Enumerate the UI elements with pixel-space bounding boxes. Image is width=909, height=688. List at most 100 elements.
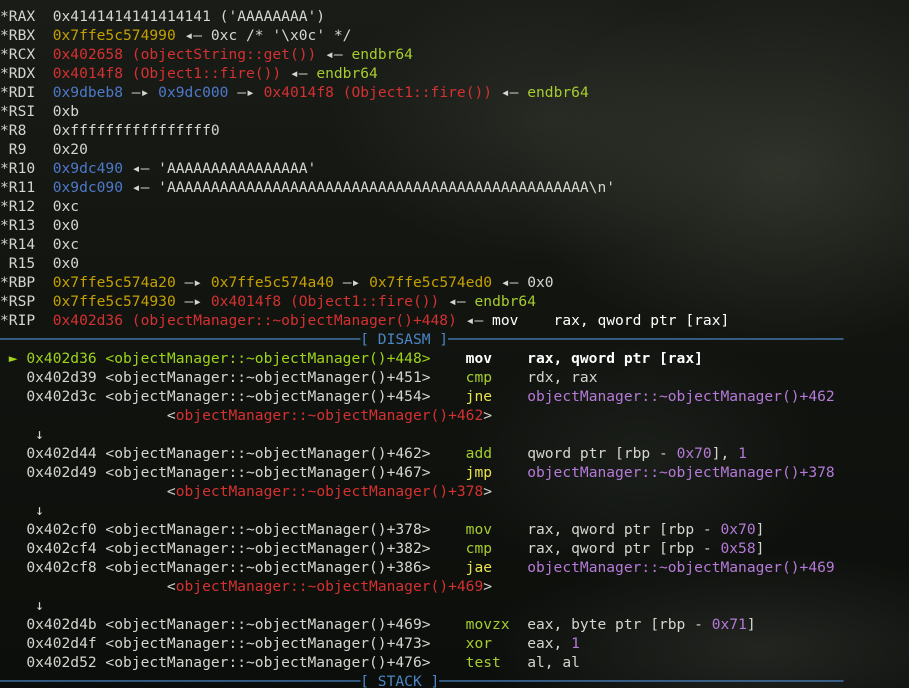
line-segment: endbr64 [351,46,413,63]
line-segment: 0x9dbeb8 [52,84,124,101]
terminal-line: <objectManager::~objectManager()+462> [0,406,909,425]
line-segment: 0x402d4f <objectManager::~objectManager(… [0,635,466,652]
line-segment: *RBP [0,274,53,291]
line-segment: ] [746,616,756,633]
line-segment: 0x402d44 <objectManager::~objectManager(… [0,445,466,462]
line-segment: *RCX [0,46,53,63]
terminal-line: ↓ [0,596,909,615]
line-segment: 0x0 [52,255,80,272]
line-segment: endbr64 [474,293,537,310]
line-segment: 0x7ffe5c574a20 [52,274,176,291]
line-segment: 0x9dc490 [52,160,124,177]
line-segment: ◂— 0xc /* '\x0c' */ [175,27,352,44]
line-segment: qword ptr [rbp - [527,445,677,462]
line-segment: mov rax, qword ptr [rax] [465,350,703,367]
line-segment: al, al [527,654,580,671]
line-segment: > [483,407,493,424]
terminal-line: *R12 0xc [0,197,909,216]
line-segment: objectManager::~objectManager()+462 [175,407,484,424]
line-segment: cmp [465,369,528,386]
line-segment: 1 [738,445,747,462]
line-segment: ↓ [0,426,44,443]
line-segment: mov [465,521,528,538]
current-instruction-line: ► 0x402d36 <objectManager::~objectManage… [0,349,909,368]
line-segment: objectManager::~objectManager()+462 [527,388,835,405]
line-segment: *R14 [0,236,53,253]
line-segment: *RAX [0,8,53,25]
terminal-line: 0x402cf0 <objectManager::~objectManager(… [0,520,909,539]
line-segment: 0x402cf0 <objectManager::~objectManager(… [0,521,466,538]
terminal-line: *R8 0xffffffffffffffff0 [0,121,909,140]
line-segment: 0x4014f8 (Object1::fire()) [210,293,440,310]
line-segment: 0x70 [720,521,756,538]
line-segment: 0x70 [676,445,712,462]
line-segment: 0x402cf8 <objectManager::~objectManager(… [0,559,466,576]
line-segment: < [0,407,176,424]
line-segment: rax, qword ptr [rbp - [527,540,721,557]
terminal-line: *RAX 0x4141414141414141 ('AAAAAAAA') [0,7,909,26]
terminal-line: 0x402d49 <objectManager::~objectManager(… [0,463,909,482]
terminal-line: *R14 0xc [0,235,909,254]
line-segment: 0x402d49 <objectManager::~objectManager(… [0,464,466,481]
line-segment: eax, byte ptr [rbp - [527,616,712,633]
line-segment: 0x402d39 <objectManager::~objectManager(… [0,369,466,386]
line-segment: 0x7ffe5c574a40 [210,274,334,291]
line-segment: > [483,483,493,500]
line-segment: R9 [0,141,53,158]
line-segment: *RIP [0,312,53,329]
terminal-line: *RCX 0x402658 (objectString::get()) ◂— e… [0,45,909,64]
terminal-line: R15 0x0 [0,254,909,273]
line-segment: ◂— 0x0 [492,274,554,291]
line-segment: movzx [465,616,528,633]
line-segment: ◂— [316,46,352,63]
terminal-line: <objectManager::~objectManager()+469> [0,577,909,596]
line-segment: jne [465,388,528,405]
line-segment: —▸ [175,274,211,291]
line-segment: > [483,578,493,595]
line-segment: 0x402d3c <objectManager::~objectManager(… [0,388,466,405]
line-segment: rax, qword ptr [rbp - [527,521,721,538]
line-segment: objectManager::~objectManager()+378 [527,464,835,481]
line-segment: 0x0 [52,217,80,234]
line-segment: *R8 [0,122,53,139]
line-segment: 0x7ffe5c574930 [52,293,176,310]
line-segment: 0x7ffe5c574990 [52,27,176,44]
line-segment: R15 [0,255,53,272]
line-segment: eax, [527,635,572,652]
line-segment: endbr64 [527,84,589,101]
line-segment: < [0,578,176,595]
terminal-line: 0x402d4b <objectManager::~objectManager(… [0,615,909,634]
line-segment: *RSI [0,103,53,120]
disasm-section-header: ────────────────────────────────────────… [0,330,909,349]
line-segment: 0xc [52,236,80,253]
line-segment: 1 [571,635,580,652]
terminal-line: R9 0x20 [0,140,909,159]
line-segment: *R13 [0,217,53,234]
line-segment: objectManager::~objectManager()+378 [175,483,484,500]
terminal-window[interactable]: *RAX 0x4141414141414141 ('AAAAAAAA') *RBX… [0,0,909,688]
line-segment: objectManager::~objectManager()+469 [527,559,835,576]
line-segment: 0xffffffffffffffff0 [52,122,220,139]
line-segment: test [465,654,528,671]
terminal-line: 0x402d39 <objectManager::~objectManager(… [0,368,909,387]
line-segment: ], [711,445,739,462]
line-segment: 0xc [52,198,80,215]
line-segment: ◂— [456,312,493,329]
line-segment: 0x9dc090 [52,179,124,196]
line-segment: ◂— [492,84,528,101]
line-segment: ] [755,521,765,538]
line-segment: cmp [465,540,528,557]
line-segment: 0x71 [711,616,747,633]
terminal-line: *RIP 0x402d36 (objectManager::~objectMan… [0,311,909,330]
terminal-line: *R13 0x0 [0,216,909,235]
line-segment: 0x4014f8 (Object1::fire()) [52,65,282,82]
line-segment: ◂— [281,65,317,82]
line-segment: *RDX [0,65,53,82]
line-segment: rdx, rax [527,369,598,386]
line-segment: ◂— [439,293,475,310]
terminal-line: ↓ [0,425,909,444]
line-segment: —▸ [228,84,264,101]
line-segment: ────────────────────────────────────────… [0,331,844,348]
line-segment: 0x402658 (objectString::get()) [52,46,317,63]
line-segment: objectManager::~objectManager()+469 [175,578,484,595]
